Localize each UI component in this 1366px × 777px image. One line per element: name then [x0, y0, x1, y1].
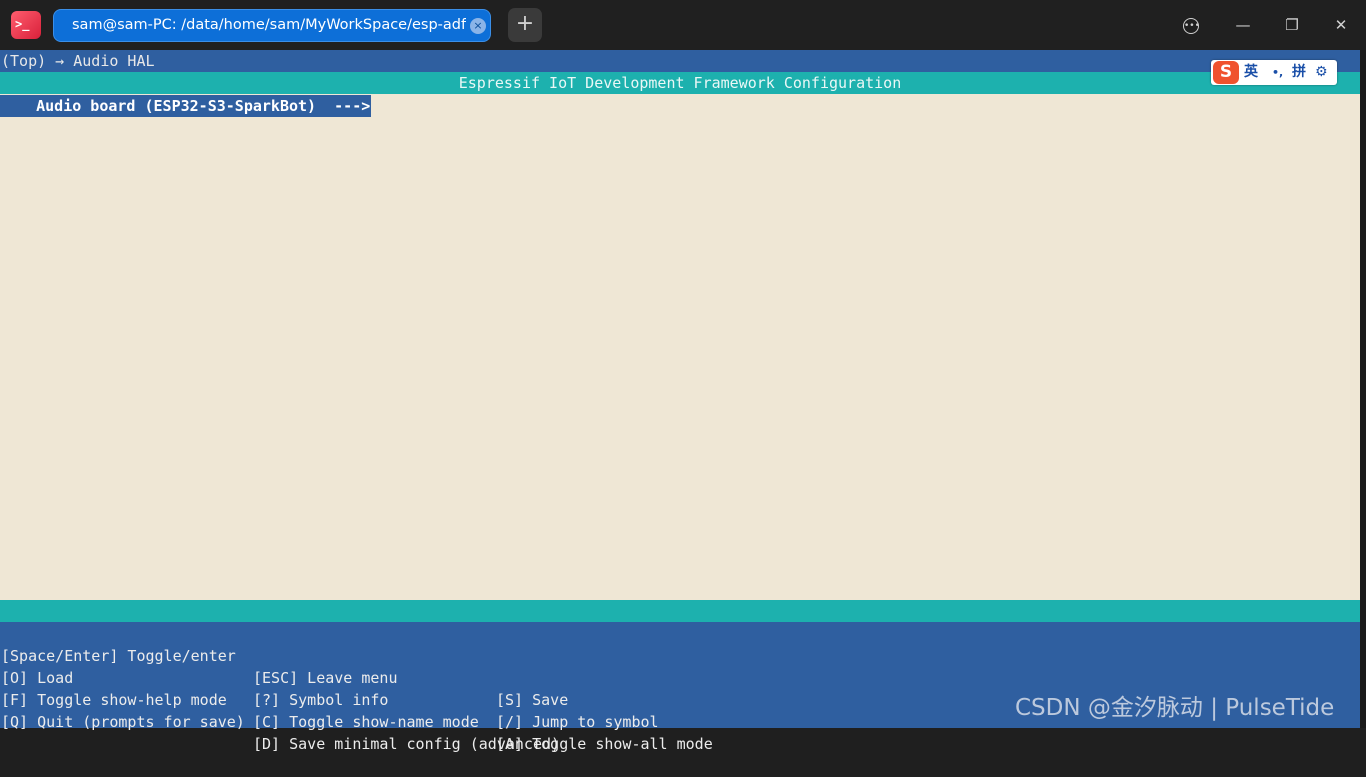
help-row: [O] Load [?] Symbol info [/] Jump to sym… [1, 645, 659, 731]
help-key-show-name: [C] Toggle show-name mode [253, 713, 479, 731]
terminal-tab[interactable]: sam@sam-PC: /data/home/sam/MyWorkSpace/e… [53, 9, 491, 42]
help-key-jump-to-symbol: [/] Jump to symbol [496, 713, 659, 731]
help-row: [F] Toggle show-help mode [C] Toggle sho… [1, 667, 713, 753]
help-key-save: [S] Save [496, 691, 569, 709]
ime-toolbar[interactable]: S 英 •, 拼 ⚙ [1211, 60, 1337, 85]
tab-title: sam@sam-PC: /data/home/sam/MyWorkSpace/e… [72, 17, 466, 33]
gear-icon[interactable]: ⚙ [1315, 62, 1328, 83]
ime-punctuation-toggle[interactable]: •, [1272, 62, 1283, 83]
menuconfig-header: Espressif IoT Development Framework Conf… [0, 72, 1360, 94]
ime-language-toggle[interactable]: 英 [1244, 62, 1258, 83]
help-key-quit: [Q] Quit (prompts for save) [1, 713, 245, 731]
help-key-symbol-info: [?] Symbol info [253, 691, 389, 709]
breadcrumb: (Top) → Audio HAL [0, 50, 1360, 72]
maximize-button[interactable]: ❐ [1280, 14, 1304, 36]
menu-list: Audio board (ESP32-S3-SparkBot) ---> [0, 94, 1360, 600]
help-key-leave-menu: [ESC] Leave menu [253, 669, 398, 687]
menu-item-audio-board[interactable]: Audio board (ESP32-S3-SparkBot) ---> [0, 95, 372, 117]
close-window-button[interactable]: ✕ [1329, 14, 1353, 36]
menu-bottom-bar [0, 600, 1360, 622]
minimize-button[interactable]: — [1231, 14, 1255, 36]
window-titlebar: >_ sam@sam-PC: /data/home/sam/MyWorkSpac… [0, 0, 1366, 50]
terminal-view[interactable]: (Top) → Audio HAL Espressif IoT Developm… [0, 50, 1360, 753]
help-key-save-minimal: [D] Save minimal config (advanced) [253, 735, 561, 753]
help-row: [Space/Enter] Toggle/enter [ESC] Leave m… [1, 623, 568, 709]
window-right-edge [1360, 50, 1366, 728]
more-options-button[interactable]: ••• [1179, 14, 1203, 36]
breadcrumb-text: (Top) → Audio HAL [1, 52, 155, 70]
watermark-text: CSDN @金汐脉动 | PulseTide [1015, 695, 1335, 721]
new-tab-button[interactable]: + [508, 8, 542, 42]
ime-logo-icon: S [1213, 61, 1239, 84]
tab-close-icon[interactable]: × [470, 18, 486, 34]
help-row: [Q] Quit (prompts for save) [D] Save min… [1, 689, 560, 753]
terminal-app-icon: >_ [11, 11, 41, 39]
ime-pinyin-mode[interactable]: 拼 [1292, 62, 1306, 83]
more-icon: ••• [1183, 17, 1200, 34]
